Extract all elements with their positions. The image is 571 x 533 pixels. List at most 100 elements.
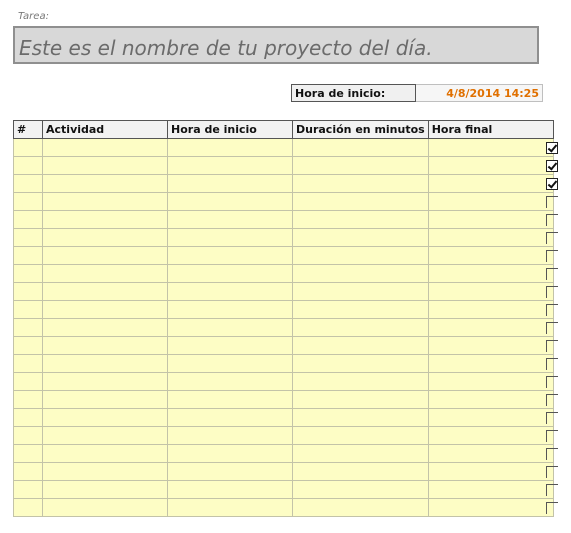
cell-end-time[interactable] bbox=[427, 408, 554, 427]
cell-activity[interactable] bbox=[42, 462, 168, 481]
cell-activity[interactable] bbox=[42, 300, 168, 319]
cell-end-time[interactable] bbox=[427, 192, 554, 211]
cell-activity[interactable] bbox=[42, 192, 168, 211]
cell-activity[interactable] bbox=[42, 444, 168, 463]
cell-end-time[interactable] bbox=[427, 156, 554, 175]
row-checkbox[interactable] bbox=[546, 286, 558, 298]
cell-duration[interactable] bbox=[292, 228, 429, 247]
cell-start-time[interactable] bbox=[167, 426, 293, 445]
cell-number[interactable] bbox=[13, 210, 43, 229]
cell-start-time[interactable] bbox=[167, 264, 293, 283]
cell-number[interactable] bbox=[13, 246, 43, 265]
row-checkbox[interactable] bbox=[546, 268, 558, 280]
cell-end-time[interactable] bbox=[427, 228, 554, 247]
cell-number[interactable] bbox=[13, 408, 43, 427]
row-checkbox[interactable] bbox=[546, 178, 558, 190]
cell-start-time[interactable] bbox=[167, 210, 293, 229]
cell-number[interactable] bbox=[13, 228, 43, 247]
cell-duration[interactable] bbox=[292, 372, 429, 391]
cell-number[interactable] bbox=[13, 300, 43, 319]
cell-number[interactable] bbox=[13, 444, 43, 463]
cell-start-time[interactable] bbox=[167, 228, 293, 247]
cell-duration[interactable] bbox=[292, 444, 429, 463]
cell-number[interactable] bbox=[13, 264, 43, 283]
row-checkbox[interactable] bbox=[546, 502, 558, 514]
row-checkbox[interactable] bbox=[546, 142, 558, 154]
cell-end-time[interactable] bbox=[427, 318, 554, 337]
cell-duration[interactable] bbox=[292, 480, 429, 499]
row-checkbox[interactable] bbox=[546, 322, 558, 334]
cell-activity[interactable] bbox=[42, 336, 168, 355]
cell-duration[interactable] bbox=[292, 336, 429, 355]
row-checkbox[interactable] bbox=[546, 340, 558, 352]
cell-end-time[interactable] bbox=[427, 426, 554, 445]
cell-end-time[interactable] bbox=[427, 372, 554, 391]
cell-duration[interactable] bbox=[292, 246, 429, 265]
cell-start-time[interactable] bbox=[167, 390, 293, 409]
row-checkbox[interactable] bbox=[546, 304, 558, 316]
cell-activity[interactable] bbox=[42, 480, 168, 499]
row-checkbox[interactable] bbox=[546, 376, 558, 388]
row-checkbox[interactable] bbox=[546, 412, 558, 424]
row-checkbox[interactable] bbox=[546, 214, 558, 226]
cell-end-time[interactable] bbox=[427, 462, 554, 481]
cell-number[interactable] bbox=[13, 390, 43, 409]
cell-start-time[interactable] bbox=[167, 408, 293, 427]
cell-start-time[interactable] bbox=[167, 372, 293, 391]
cell-activity[interactable] bbox=[42, 390, 168, 409]
cell-start-time[interactable] bbox=[167, 138, 293, 157]
cell-end-time[interactable] bbox=[427, 138, 554, 157]
cell-activity[interactable] bbox=[42, 174, 168, 193]
cell-number[interactable] bbox=[13, 156, 43, 175]
cell-activity[interactable] bbox=[42, 372, 168, 391]
cell-start-time[interactable] bbox=[167, 462, 293, 481]
cell-end-time[interactable] bbox=[427, 174, 554, 193]
cell-end-time[interactable] bbox=[427, 480, 554, 499]
cell-start-time[interactable] bbox=[167, 498, 293, 517]
task-name-field[interactable]: Este es el nombre de tu proyecto del día… bbox=[13, 26, 539, 64]
row-checkbox[interactable] bbox=[546, 430, 558, 442]
start-time-value[interactable]: 4/8/2014 14:25 bbox=[416, 84, 543, 102]
cell-duration[interactable] bbox=[292, 462, 429, 481]
cell-number[interactable] bbox=[13, 372, 43, 391]
cell-end-time[interactable] bbox=[427, 444, 554, 463]
cell-number[interactable] bbox=[13, 462, 43, 481]
cell-end-time[interactable] bbox=[427, 264, 554, 283]
cell-number[interactable] bbox=[13, 426, 43, 445]
cell-activity[interactable] bbox=[42, 426, 168, 445]
row-checkbox[interactable] bbox=[546, 250, 558, 262]
cell-duration[interactable] bbox=[292, 138, 429, 157]
cell-activity[interactable] bbox=[42, 354, 168, 373]
row-checkbox[interactable] bbox=[546, 394, 558, 406]
cell-end-time[interactable] bbox=[427, 498, 554, 517]
cell-number[interactable] bbox=[13, 282, 43, 301]
row-checkbox[interactable] bbox=[546, 484, 558, 496]
cell-end-time[interactable] bbox=[427, 300, 554, 319]
cell-activity[interactable] bbox=[42, 498, 168, 517]
cell-end-time[interactable] bbox=[427, 336, 554, 355]
cell-end-time[interactable] bbox=[427, 282, 554, 301]
cell-activity[interactable] bbox=[42, 246, 168, 265]
row-checkbox[interactable] bbox=[546, 196, 558, 208]
cell-duration[interactable] bbox=[292, 354, 429, 373]
cell-start-time[interactable] bbox=[167, 444, 293, 463]
cell-duration[interactable] bbox=[292, 264, 429, 283]
row-checkbox[interactable] bbox=[546, 358, 558, 370]
cell-number[interactable] bbox=[13, 174, 43, 193]
cell-duration[interactable] bbox=[292, 498, 429, 517]
cell-activity[interactable] bbox=[42, 282, 168, 301]
cell-duration[interactable] bbox=[292, 156, 429, 175]
cell-activity[interactable] bbox=[42, 228, 168, 247]
cell-end-time[interactable] bbox=[427, 246, 554, 265]
cell-duration[interactable] bbox=[292, 426, 429, 445]
cell-duration[interactable] bbox=[292, 390, 429, 409]
cell-end-time[interactable] bbox=[427, 354, 554, 373]
row-checkbox[interactable] bbox=[546, 232, 558, 244]
cell-start-time[interactable] bbox=[167, 354, 293, 373]
row-checkbox[interactable] bbox=[546, 448, 558, 460]
cell-start-time[interactable] bbox=[167, 174, 293, 193]
row-checkbox[interactable] bbox=[546, 160, 558, 172]
cell-end-time[interactable] bbox=[427, 210, 554, 229]
cell-start-time[interactable] bbox=[167, 336, 293, 355]
cell-activity[interactable] bbox=[42, 210, 168, 229]
